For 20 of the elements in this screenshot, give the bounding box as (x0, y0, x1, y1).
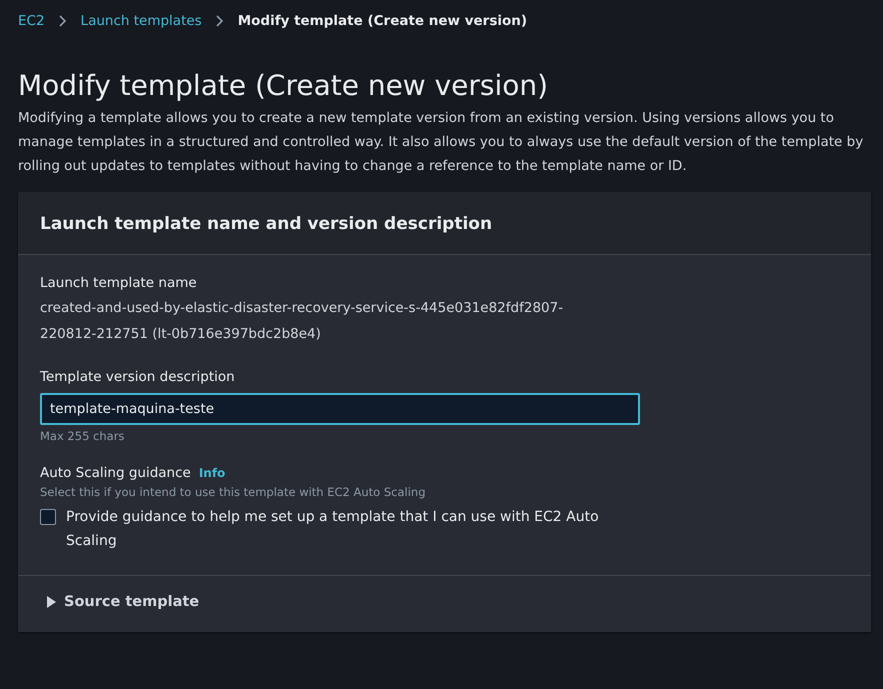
chevron-right-icon (58, 15, 67, 27)
field-value: created-and-used-by-elastic-disaster-recovery-service-s-445e031e82fdf2807-220812-212751 (lt-0b716e397bdc2b8e4) (40, 299, 564, 344)
field-label: Auto Scaling guidance (40, 465, 191, 481)
info-link[interactable]: Info (198, 466, 226, 480)
field-label: Template version description (40, 369, 236, 385)
caret-icon[interactable] (46, 596, 56, 608)
breadcrumb-link[interactable]: Launch templates (80, 13, 202, 29)
field-hint: Max 255 chars (40, 429, 126, 443)
breadcrumb-current: Modify template (Create new version) (238, 13, 528, 29)
chevron-right-icon (216, 15, 224, 27)
input-field[interactable]: template-maquina-teste (40, 393, 640, 425)
page-title: Modify template (Create new version) (18, 68, 550, 104)
breadcrumb-link[interactable]: EC2 (18, 13, 45, 29)
field-hint: Select this if you intend to use this template with EC2 Auto Scaling (40, 485, 427, 499)
checkbox[interactable] (40, 509, 56, 525)
card-title: Launch template name and version description (40, 214, 494, 234)
checkbox-label[interactable]: Provide guidance to help me set up a template that I can use with EC2 Auto Scaling (66, 505, 606, 553)
expander-label[interactable]: Source template (64, 594, 200, 610)
field-label: Launch template name (40, 275, 198, 291)
page-description: Modifying a template allows you to create a new template version from an existing version. Using versions allows you to manage templates in a structured and controlled way. It also allows you to always use the default version of the template by rolling out updates to templates without having to change a reference to the template name or ID. (18, 109, 864, 176)
